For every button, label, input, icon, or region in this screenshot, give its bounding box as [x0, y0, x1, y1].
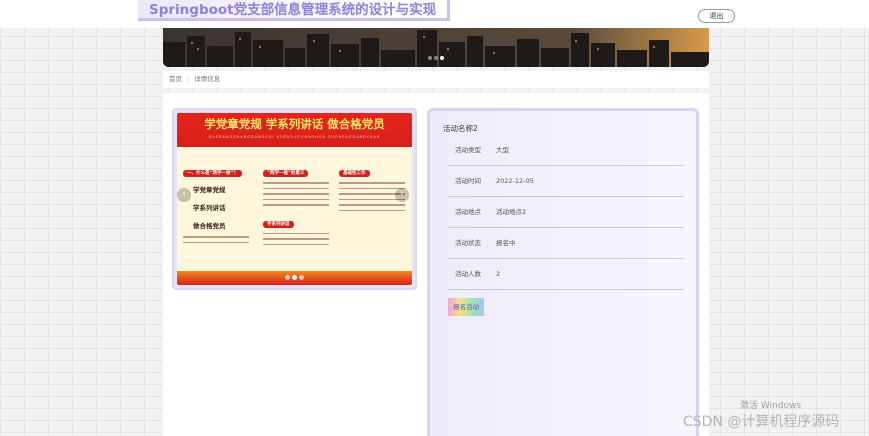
detail-row-status: 活动状态 报名中: [447, 228, 684, 259]
detail-row-count: 活动人数 2: [447, 259, 684, 290]
poster-text-line: [263, 193, 329, 195]
detail-row-time: 活动时间 2022-12-05: [447, 166, 684, 197]
detail-label: 活动时间: [455, 177, 481, 185]
gallery-dot-active[interactable]: [292, 275, 297, 280]
detail-value: 2: [496, 270, 501, 278]
windows-activation-watermark: 激活 Windows: [740, 401, 802, 411]
activity-name: 活动名称2: [443, 124, 478, 133]
banner-dot-active[interactable]: [440, 56, 444, 60]
poster-text-line: [263, 182, 329, 184]
breadcrumb: 首页 | 详情信息: [163, 71, 709, 88]
poster-section-heading: “两学一做”的意义: [263, 170, 309, 177]
poster-section-heading: 学系列讲话: [263, 220, 294, 228]
poster-text-line: [183, 236, 249, 238]
poster-section-heading: 一、什么是“两学一做”？: [183, 170, 242, 177]
poster-section-heading: 基础性工作: [339, 170, 370, 177]
detail-value: 报名中: [496, 239, 516, 247]
poster-subheadline: XUEDANGZHANGDANGGUI XUEXILIEJIANGHUA ZUO…: [208, 135, 381, 139]
poster-text-line: [339, 182, 405, 184]
poster-text-line: [263, 238, 329, 240]
banner-dot[interactable]: [434, 56, 438, 60]
poster-text-line: [339, 187, 405, 189]
detail-value: 活动地点2: [496, 208, 527, 216]
poster-text-line: [183, 241, 249, 243]
detail-row-location: 活动地点 活动地点2: [447, 197, 684, 228]
detail-label: 活动地点: [455, 208, 481, 216]
gallery-prev-arrow[interactable]: ‹: [177, 188, 191, 202]
poster-column: 一、什么是“两学一做”？ 学党章党规 学系列讲话 做合格党员: [183, 159, 249, 264]
party-poster-image: 学党章党规 学系列讲话 做合格党员 XUEDANGZHANGDANGGUI XU…: [177, 113, 412, 285]
poster-column: “两学一做”的意义 学系列讲话: [263, 159, 329, 264]
poster-text-line: [263, 204, 329, 206]
poster-text-line: [263, 232, 329, 234]
poster-text-line: [263, 243, 329, 245]
banner-pagination: [163, 45, 709, 64]
breadcrumb-home[interactable]: 首页: [169, 75, 182, 83]
csdn-watermark: CSDN @计算机程序源码: [683, 414, 840, 430]
detail-value: 2022-12-05: [496, 177, 534, 185]
poster-headline: 学党章党规 学系列讲话 做合格党员: [177, 113, 412, 147]
poster-column: 基础性工作: [339, 159, 405, 264]
banner-carousel[interactable]: [163, 28, 709, 67]
poster-calligraphy-line: 做合格党员: [193, 222, 226, 230]
poster-text-line: [339, 209, 405, 211]
detail-label: 活动状态: [455, 239, 481, 247]
site-title: Springboot党支部信息管理系统的设计与实现: [138, 0, 450, 21]
detail-value: 大型: [496, 146, 509, 154]
detail-label: 活动类型: [455, 146, 481, 154]
gallery-next-arrow[interactable]: ›: [395, 188, 409, 202]
gallery-dot[interactable]: [285, 275, 290, 280]
poster-calligraphy-line: 学党章党规: [193, 186, 226, 194]
poster-calligraphy-line: 学系列讲话: [193, 204, 226, 212]
banner-dot[interactable]: [428, 56, 432, 60]
breadcrumb-separator: |: [187, 75, 190, 83]
image-gallery[interactable]: 学党章党规 学系列讲话 做合格党员 XUEDANGZHANGDANGGUI XU…: [172, 108, 417, 290]
gallery-dot[interactable]: [299, 275, 304, 280]
gallery-pagination: [174, 265, 415, 284]
poster-text-line: [263, 198, 329, 200]
signup-activity-button[interactable]: 报名活动: [448, 298, 484, 316]
detail-row-type: 活动类型 大型: [447, 135, 684, 166]
poster-text-line: [339, 204, 405, 206]
poster-text-line: [263, 187, 329, 189]
detail-label: 活动人数: [455, 270, 481, 278]
breadcrumb-current: 详情信息: [194, 75, 221, 83]
logout-button[interactable]: 退出: [698, 9, 735, 23]
activity-detail-panel: 活动名称2 活动类型 大型 活动时间 2022-12-05 活动地点 活动地点2…: [427, 108, 699, 436]
